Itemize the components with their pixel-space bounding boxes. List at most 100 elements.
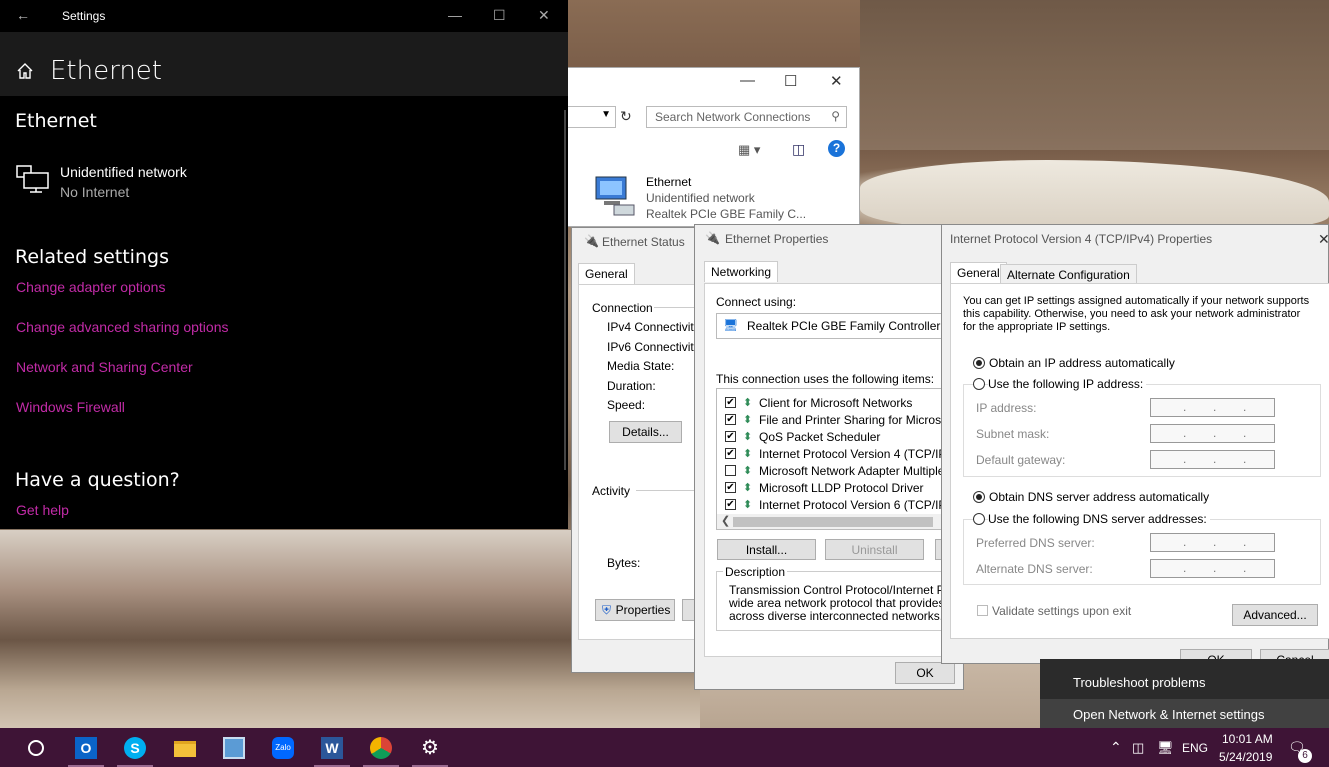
- ip-address-field: ...: [1150, 398, 1275, 417]
- use-following-ip-radio[interactable]: [973, 378, 985, 390]
- ok-button[interactable]: OK: [895, 662, 955, 684]
- cortana-icon[interactable]: [28, 740, 44, 756]
- maximize-button[interactable]: ☐: [784, 72, 797, 90]
- ethernet-network-icon[interactable]: [16, 164, 50, 194]
- dialog-title: Internet Protocol Version 4 (TCP/IPv4) P…: [950, 232, 1213, 246]
- file-explorer-icon[interactable]: [174, 741, 196, 757]
- media-state-label: Media State:: [607, 359, 675, 373]
- description-line-3: across diverse interconnected networks.: [729, 609, 944, 623]
- items-label: This connection uses the following items…: [716, 372, 935, 386]
- skype-icon[interactable]: S: [124, 737, 146, 759]
- language-indicator[interactable]: ENG: [1182, 741, 1208, 755]
- network-connections-window: — ☐ ✕ ▼ ↻ Search Network Connections ⚲ ▦ …: [568, 67, 860, 227]
- obtain-dns-auto-radio[interactable]: [973, 491, 985, 503]
- obtain-ip-auto-radio[interactable]: [973, 357, 985, 369]
- scroll-left-icon[interactable]: ❮: [721, 514, 730, 527]
- obtain-dns-auto-label[interactable]: Obtain DNS server address automatically: [989, 490, 1209, 504]
- shield-icon: ⛨: [602, 603, 612, 617]
- use-following-dns-label[interactable]: Use the following DNS server addresses:: [988, 512, 1210, 526]
- network-app-icon[interactable]: [223, 737, 245, 759]
- bytes-label: Bytes:: [607, 556, 641, 570]
- chevron-up-icon[interactable]: ⌃: [1110, 739, 1122, 756]
- change-advanced-sharing-link[interactable]: Change advanced sharing options: [16, 319, 229, 335]
- view-options-icon[interactable]: ▦ ▾: [738, 142, 760, 158]
- item-label: File and Printer Sharing for Microsoft N…: [759, 413, 956, 427]
- close-button[interactable]: ✕: [538, 7, 550, 24]
- ethernet-properties-dialog: 🔌 Ethernet Properties Networking Connect…: [694, 224, 971, 690]
- home-icon[interactable]: [16, 62, 34, 80]
- details-button[interactable]: Details...: [609, 421, 682, 443]
- maximize-button[interactable]: ☐: [493, 7, 506, 24]
- network-name[interactable]: Unidentified network: [60, 164, 187, 180]
- tab-general[interactable]: General: [950, 262, 1007, 283]
- preferred-dns-field: ...: [1150, 533, 1275, 552]
- list-item[interactable]: ⬍ Microsoft Network Adapter Multiplexor: [717, 463, 955, 480]
- minimize-button[interactable]: —: [740, 72, 755, 89]
- clock-time[interactable]: 10:01 AM: [1222, 732, 1273, 746]
- list-item[interactable]: ✔ ⬍ File and Printer Sharing for Microsoft…: [717, 412, 956, 429]
- chrome-icon[interactable]: [370, 737, 392, 759]
- notification-badge: 6: [1298, 749, 1312, 763]
- list-item[interactable]: ✔ ⬍ Internet Protocol Version 4 (TCP/IPv4): [717, 446, 955, 463]
- troubleshoot-problems-item[interactable]: Troubleshoot problems: [1040, 667, 1329, 699]
- open-network-settings-item[interactable]: Open Network & Internet settings: [1040, 699, 1329, 731]
- properties-button[interactable]: ⛨ Properties: [595, 599, 675, 621]
- search-icon: ⚲: [831, 109, 840, 123]
- item-checkbox[interactable]: ✔: [725, 499, 736, 510]
- battery-icon[interactable]: ◫: [1132, 740, 1144, 756]
- tab-networking[interactable]: Networking: [704, 261, 779, 282]
- item-checkbox[interactable]: ✔: [725, 431, 736, 442]
- get-help-link[interactable]: Get help: [16, 502, 69, 518]
- item-checkbox[interactable]: ✔: [725, 414, 736, 425]
- list-item[interactable]: ✔ ⬍ QoS Packet Scheduler: [717, 429, 955, 446]
- close-button[interactable]: ✕: [830, 72, 843, 90]
- list-item[interactable]: ✔ ⬍ Client for Microsoft Networks: [717, 395, 955, 412]
- install-button[interactable]: Install...: [717, 539, 816, 560]
- protocol-icon: ⬍: [743, 397, 753, 409]
- ethernet-status-dialog: 🔌 Ethernet Status General Connection IPv…: [571, 227, 708, 673]
- scrollbar[interactable]: [564, 110, 566, 470]
- list-item[interactable]: ✔ ⬍ Internet Protocol Version 6 (TCP/IPv6): [717, 497, 955, 514]
- minimize-button[interactable]: —: [448, 7, 462, 23]
- word-icon[interactable]: W: [321, 737, 343, 759]
- validate-label: Validate settings upon exit: [992, 604, 1132, 618]
- refresh-icon[interactable]: ↻: [620, 108, 632, 125]
- address-bar[interactable]: ▼: [568, 106, 616, 128]
- network-tray-icon[interactable]: 🖥: [1157, 740, 1174, 756]
- activity-label: Activity: [592, 484, 631, 498]
- network-sharing-center-link[interactable]: Network and Sharing Center: [16, 359, 193, 375]
- advanced-button[interactable]: Advanced...: [1232, 604, 1318, 626]
- use-following-dns-radio[interactable]: [973, 513, 985, 525]
- item-checkbox[interactable]: ✔: [725, 397, 736, 408]
- preview-pane-icon[interactable]: ◫: [792, 141, 805, 158]
- back-arrow-icon[interactable]: ←: [16, 7, 30, 23]
- list-item[interactable]: ✔ ⬍ Microsoft LLDP Protocol Driver: [717, 480, 955, 497]
- item-checkbox[interactable]: ✔: [725, 448, 736, 459]
- outlook-icon[interactable]: O: [75, 737, 97, 759]
- help-icon[interactable]: ?: [828, 140, 845, 157]
- use-following-ip-label[interactable]: Use the following IP address:: [988, 377, 1147, 391]
- item-checkbox[interactable]: ✔: [725, 482, 736, 493]
- item-checkbox[interactable]: [725, 465, 736, 476]
- windows-firewall-link[interactable]: Windows Firewall: [16, 399, 125, 415]
- zalo-icon[interactable]: Zalo: [272, 737, 294, 759]
- obtain-ip-auto-label[interactable]: Obtain an IP address automatically: [989, 356, 1175, 370]
- tab-alternate-configuration[interactable]: Alternate Configuration: [1000, 264, 1137, 285]
- chevron-down-icon[interactable]: ▼: [601, 109, 611, 120]
- settings-gear-icon[interactable]: ⚙: [419, 737, 441, 759]
- close-icon[interactable]: ✕: [1318, 231, 1329, 248]
- divider: [636, 490, 696, 491]
- items-list[interactable]: ✔ ⬍ Client for Microsoft Networks ✔ ⬍ File an…: [716, 388, 956, 530]
- horizontal-scrollbar[interactable]: ❮: [717, 514, 955, 529]
- validate-checkbox: [977, 605, 988, 616]
- search-input[interactable]: Search Network Connections ⚲: [646, 106, 847, 128]
- subnet-mask-field: ...: [1150, 424, 1275, 443]
- taskbar: [0, 728, 1329, 767]
- scrollbar-thumb[interactable]: [733, 517, 933, 527]
- preferred-dns-label: Preferred DNS server:: [976, 536, 1095, 550]
- clock-date[interactable]: 5/24/2019: [1219, 750, 1272, 764]
- change-adapter-options-link[interactable]: Change adapter options: [16, 279, 165, 295]
- tab-general[interactable]: General: [578, 263, 635, 284]
- adapter-name[interactable]: Ethernet: [646, 175, 691, 189]
- subnet-mask-label: Subnet mask:: [976, 427, 1050, 441]
